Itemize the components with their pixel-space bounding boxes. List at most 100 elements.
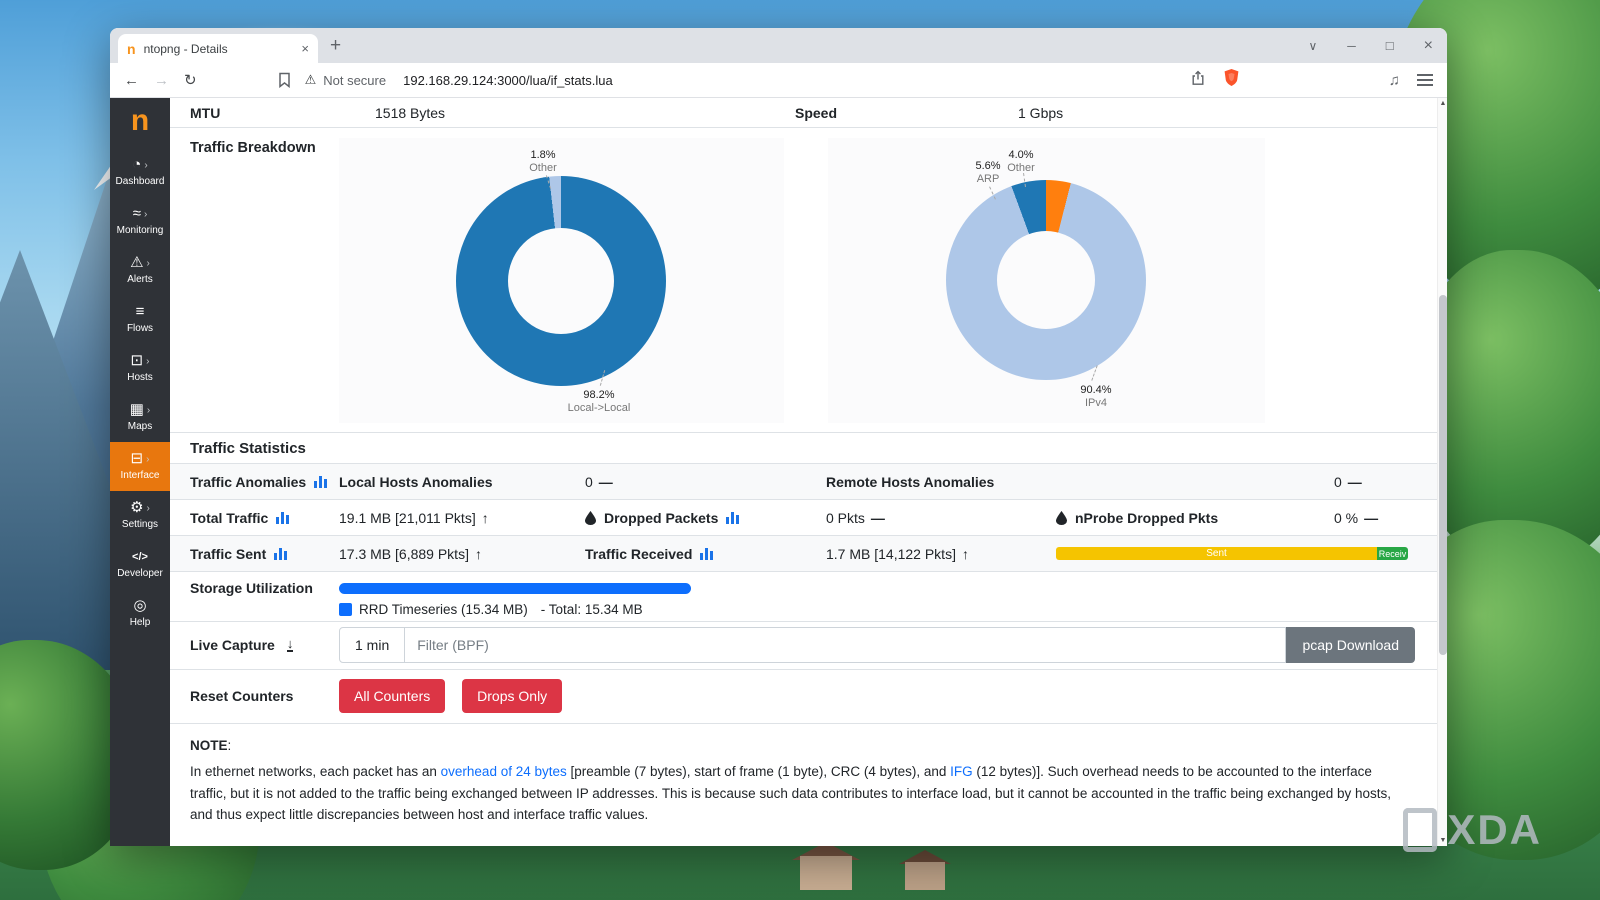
live-capture-input-group: 1 min pcap Download xyxy=(339,627,1415,663)
dropped-packets-label: Dropped Packets xyxy=(604,510,718,526)
monitoring-icon: ≈ xyxy=(133,206,141,222)
all-counters-button[interactable]: All Counters xyxy=(339,679,445,713)
sidebar-item-label: Flows xyxy=(127,323,153,334)
note-link[interactable]: overhead of 24 bytes xyxy=(441,764,567,779)
total-traffic-row: Total Traffic 19.1 MB [21,011 Pkts]↑ Dro… xyxy=(170,500,1437,536)
xda-logo-icon xyxy=(1403,808,1437,852)
new-tab-button[interactable]: + xyxy=(330,35,341,57)
bpf-filter-input[interactable] xyxy=(405,627,1286,663)
note-section: NOTE: In ethernet networks, each packet … xyxy=(170,724,1437,846)
traffic-breakdown-charts: 1.8% Other 98.2% Local->Local xyxy=(339,138,1265,423)
note-text-segment: In ethernet networks, each packet has an xyxy=(190,764,441,779)
sidebar-item-label: Monitoring xyxy=(117,225,164,236)
drops-only-button[interactable]: Drops Only xyxy=(462,679,562,713)
up-trend-icon: ↑ xyxy=(962,546,969,562)
scroll-up-arrow-icon[interactable]: ▲ xyxy=(1438,100,1447,107)
browser-tab[interactable]: n ntopng - Details × xyxy=(118,34,318,63)
chart-label: 4.0% Other xyxy=(983,149,1059,175)
speed-value: 1 Gbps xyxy=(1018,105,1415,121)
hosts-icon: ⊡ xyxy=(131,353,144,369)
scrollbar[interactable]: ▲ ▼ xyxy=(1437,98,1447,846)
total-traffic-label: Total Traffic xyxy=(190,510,268,526)
chart-icon[interactable] xyxy=(700,548,713,560)
live-capture-row: Live Capture↓ 1 min pcap Download xyxy=(170,622,1437,670)
ntopng-logo: n xyxy=(131,106,149,136)
chevron-right-icon: › xyxy=(144,160,147,171)
browser-toolbar: ← → ↻ ⚠ Not secure 192.168.29.124:3000/l… xyxy=(110,63,1447,98)
browser-content: n ◔›Dashboard≈›Monitoring⚠›Alerts≡Flows⊡… xyxy=(110,98,1447,846)
protocol-traffic-donut-chart[interactable] xyxy=(946,180,1146,380)
security-label[interactable]: Not secure xyxy=(323,73,386,88)
sidebar-item-help[interactable]: ◎Help xyxy=(110,589,170,638)
sidebar: n ◔›Dashboard≈›Monitoring⚠›Alerts≡Flows⊡… xyxy=(110,98,170,846)
flat-trend-icon: — xyxy=(1364,510,1378,526)
note-link[interactable]: IFG xyxy=(950,764,973,779)
flat-trend-icon: — xyxy=(1348,474,1362,490)
local-hosts-anomalies-value: 0 xyxy=(585,474,593,490)
reset-counters-row: Reset Counters All Counters Drops Only xyxy=(170,670,1437,724)
sidebar-item-hosts[interactable]: ⊡›Hosts xyxy=(110,344,170,393)
speed-label: Speed xyxy=(795,105,1018,121)
note-title: NOTE xyxy=(190,738,228,753)
toolbar-right-icons xyxy=(1190,69,1239,91)
menu-icon[interactable] xyxy=(1417,79,1433,81)
rrd-legend-swatch xyxy=(339,603,352,616)
maximize-button[interactable]: □ xyxy=(1386,38,1394,53)
scrollbar-thumb[interactable] xyxy=(1439,295,1447,655)
tab-search-chevron-icon[interactable]: ∨ xyxy=(1308,39,1317,53)
sidebar-item-dashboard[interactable]: ◔›Dashboard xyxy=(110,148,170,197)
dashboard-icon: ◔ xyxy=(132,157,141,173)
traffic-breakdown-panel-left: 1.8% Other 98.2% Local->Local xyxy=(339,138,784,423)
storage-legend: RRD Timeseries (15.34 MB) - Total: 15.34… xyxy=(339,602,1415,617)
back-button[interactable]: ← xyxy=(124,72,139,89)
traffic-breakdown-panel-right: 5.6% ARP 4.0% Other 90.4% IPv4 xyxy=(828,138,1265,423)
sidebar-item-monitoring[interactable]: ≈›Monitoring xyxy=(110,197,170,246)
media-control-icon[interactable]: ♫ xyxy=(1389,72,1400,89)
sidebar-item-label: Alerts xyxy=(127,274,153,285)
storage-total-label: - Total: 15.34 MB xyxy=(541,602,643,617)
reload-button[interactable]: ↻ xyxy=(184,71,197,89)
wallpaper-house xyxy=(800,856,852,890)
xda-watermark-text: XDA xyxy=(1447,806,1542,854)
forward-button[interactable]: → xyxy=(154,72,169,89)
sidebar-item-label: Hosts xyxy=(127,372,153,383)
chevron-right-icon: › xyxy=(146,454,149,465)
storage-bar-fill xyxy=(339,583,691,594)
sidebar-item-settings[interactable]: ⚙›Settings xyxy=(110,491,170,540)
browser-window: n ntopng - Details × + ∨ ─ □ × ← → ↻ ⚠ N… xyxy=(110,28,1447,846)
close-window-button[interactable]: × xyxy=(1424,37,1433,55)
download-icon: ↓ xyxy=(287,638,294,652)
traffic-statistics-header: Traffic Statistics xyxy=(170,433,1437,464)
interface-icon: ⊟ xyxy=(131,451,144,467)
traffic-received-label: Traffic Received xyxy=(585,546,692,562)
maps-icon: ▦ xyxy=(130,402,144,418)
brave-shield-icon[interactable] xyxy=(1224,69,1239,91)
traffic-sent-label: Traffic Sent xyxy=(190,546,266,562)
url-text[interactable]: 192.168.29.124:3000/lua/if_stats.lua xyxy=(403,73,613,88)
sidebar-item-developer[interactable]: </>Developer xyxy=(110,540,170,589)
chart-icon[interactable] xyxy=(274,548,287,560)
share-icon[interactable] xyxy=(1190,70,1206,91)
local-traffic-donut-chart[interactable] xyxy=(456,176,666,386)
address-bar[interactable]: ⚠ Not secure 192.168.29.124:3000/lua/if_… xyxy=(305,72,1190,88)
sidebar-item-flows[interactable]: ≡Flows xyxy=(110,295,170,344)
sidebar-item-maps[interactable]: ▦›Maps xyxy=(110,393,170,442)
sidebar-item-interface[interactable]: ⊟›Interface xyxy=(110,442,170,491)
sidebar-nav: ◔›Dashboard≈›Monitoring⚠›Alerts≡Flows⊡›H… xyxy=(110,148,170,638)
minimize-button[interactable]: ─ xyxy=(1347,39,1356,53)
chart-icon[interactable] xyxy=(276,512,289,524)
capture-duration-select[interactable]: 1 min xyxy=(339,627,405,663)
tab-close-icon[interactable]: × xyxy=(301,41,309,56)
bookmark-icon[interactable] xyxy=(278,72,291,88)
traffic-sent-value: 17.3 MB [6,889 Pkts] xyxy=(339,546,469,562)
received-bar: Receiv xyxy=(1377,547,1408,560)
chart-icon[interactable] xyxy=(726,512,739,524)
traffic-received-value: 1.7 MB [14,122 Pkts] xyxy=(826,546,956,562)
sidebar-item-alerts[interactable]: ⚠›Alerts xyxy=(110,246,170,295)
chart-icon[interactable] xyxy=(314,476,327,488)
main-content: MTU 1518 Bytes Speed 1 Gbps Traffic Brea… xyxy=(170,98,1447,846)
ntopng-favicon-icon: n xyxy=(127,41,136,57)
sidebar-item-label: Maps xyxy=(128,421,152,432)
pcap-download-button[interactable]: pcap Download xyxy=(1286,627,1415,663)
dropped-packets-value: 0 Pkts xyxy=(826,510,865,526)
